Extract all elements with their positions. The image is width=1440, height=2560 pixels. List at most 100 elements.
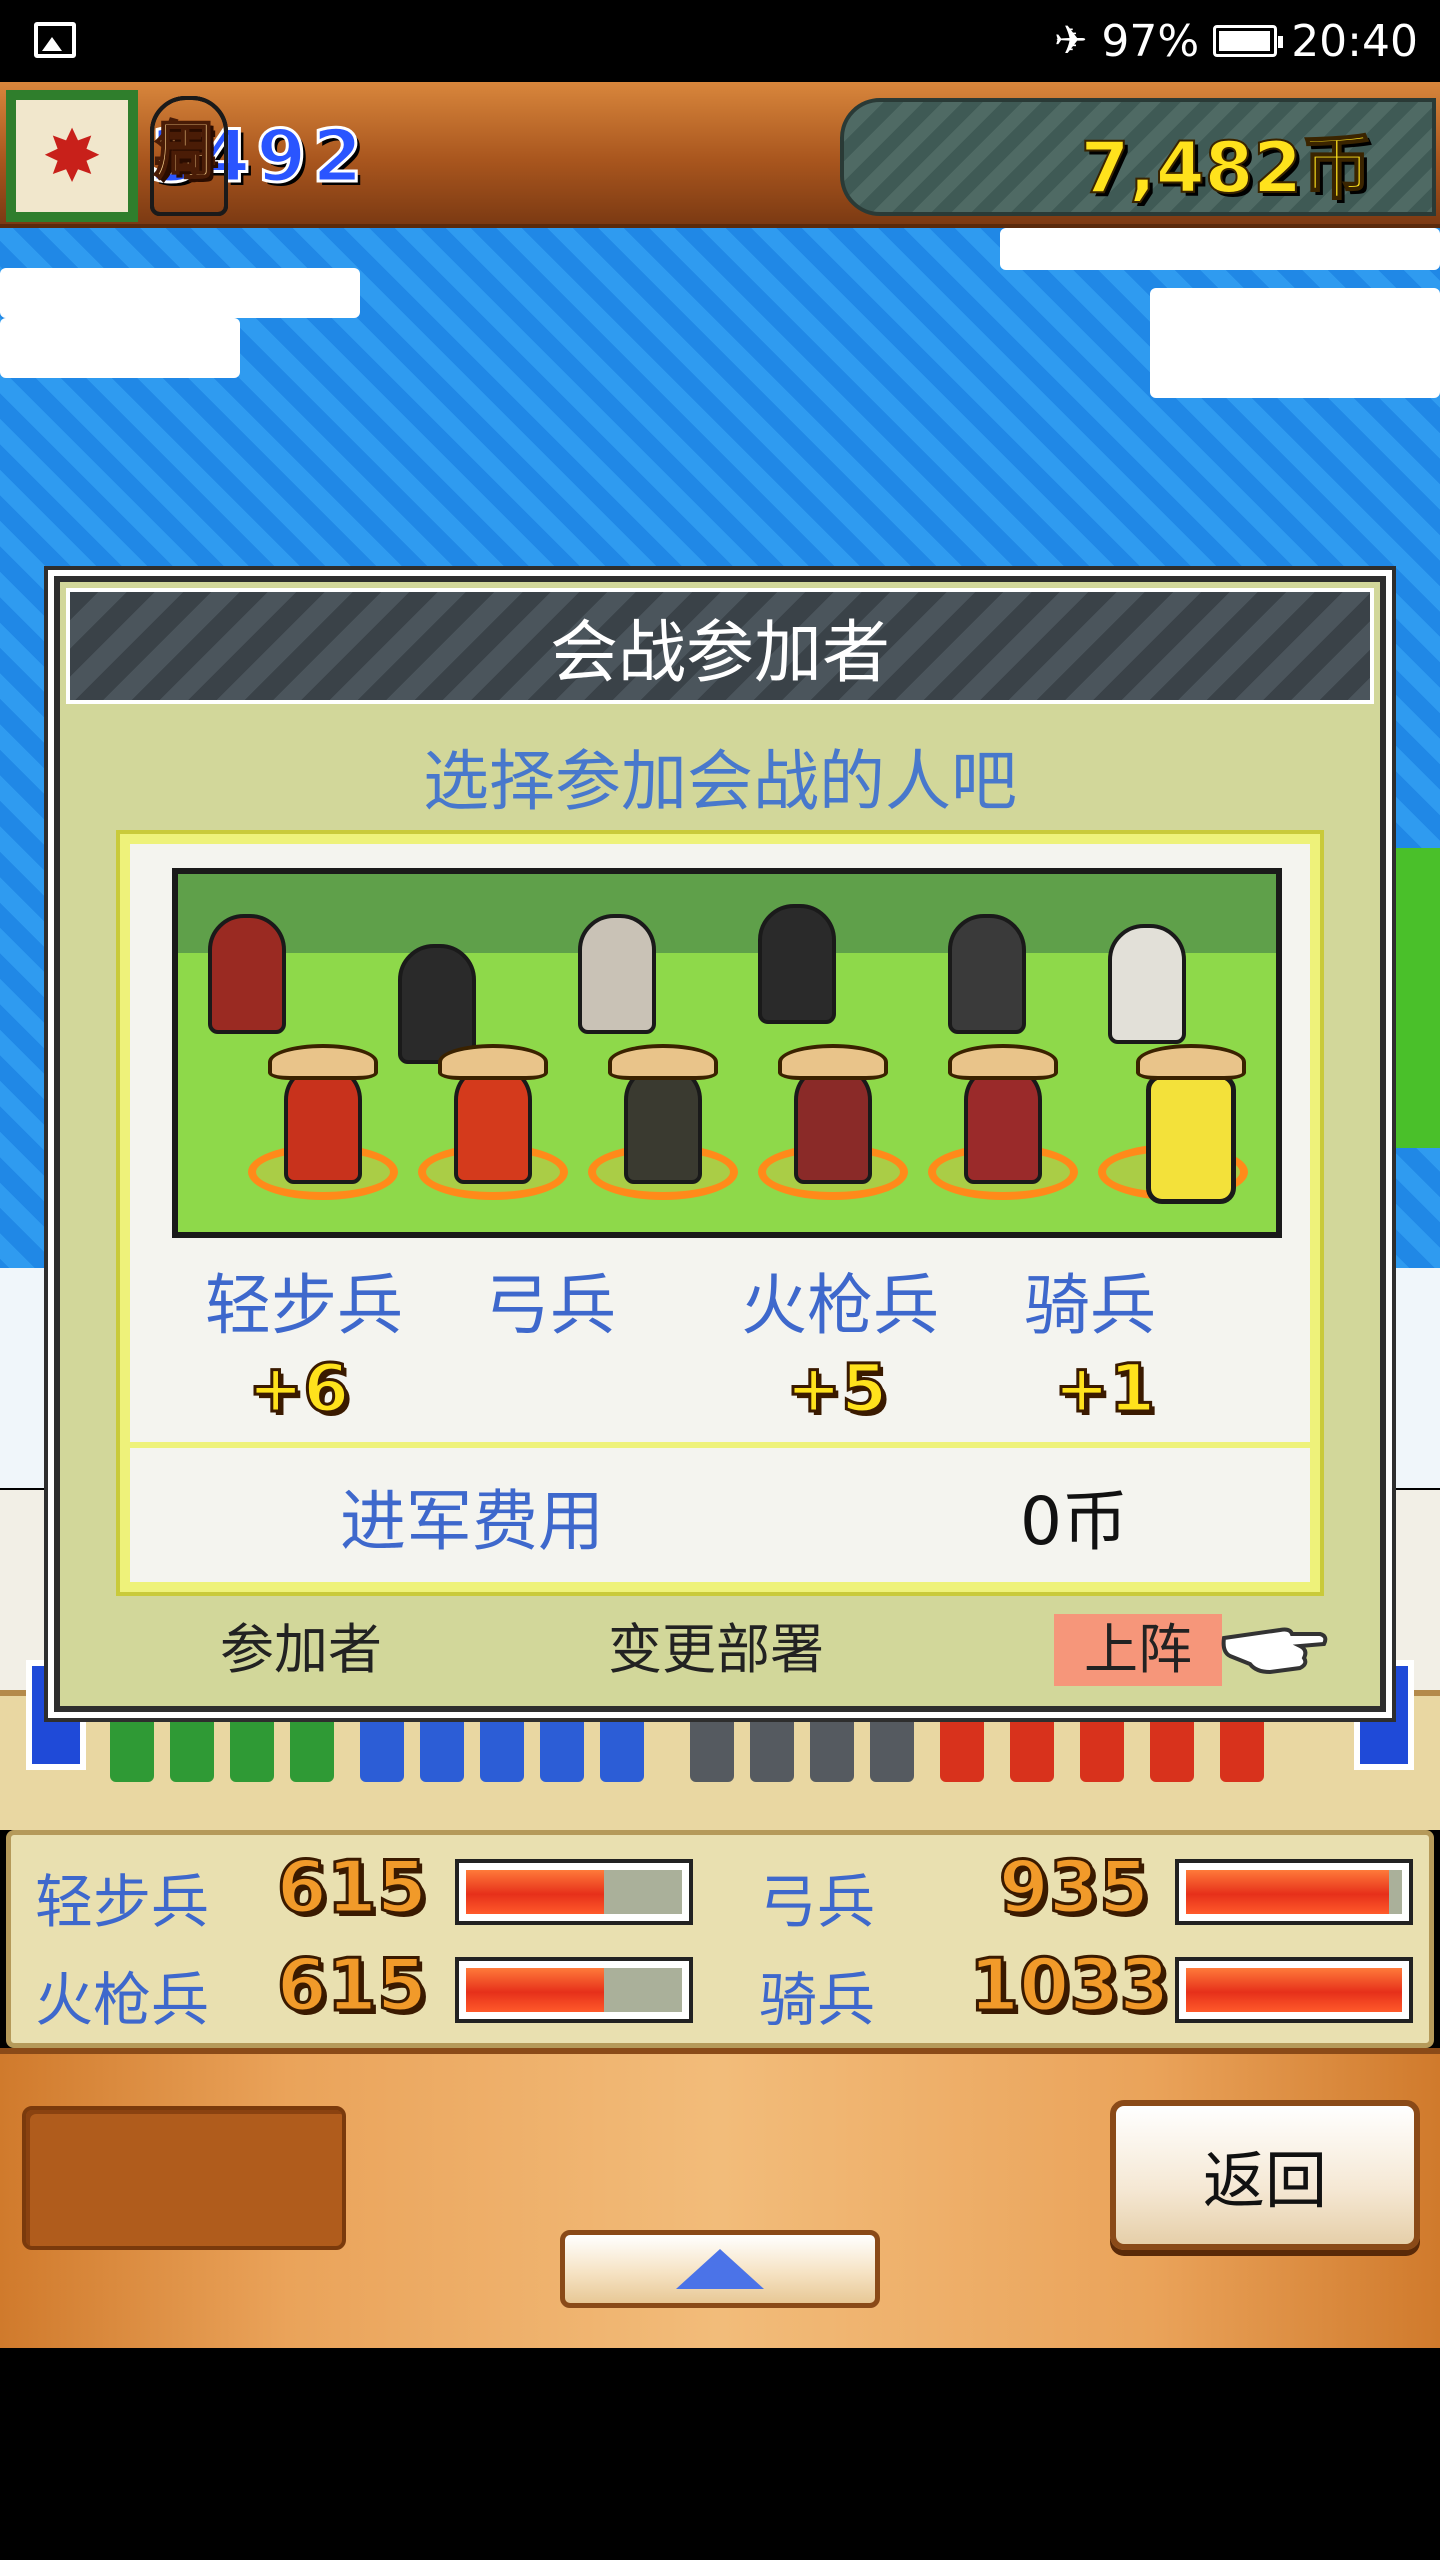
troop-row: 火枪兵 615 骑兵 1033 bbox=[11, 1939, 1429, 2035]
cloud bbox=[0, 268, 360, 318]
participants-button[interactable]: 参加者 bbox=[220, 1614, 382, 1686]
light-infantry-sprite bbox=[110, 1702, 154, 1782]
march-cost-label: 进军费用 bbox=[340, 1483, 604, 1560]
archer-sprite bbox=[480, 1702, 524, 1782]
cavalry-sprite bbox=[1220, 1702, 1264, 1782]
cavalry-sprite bbox=[1010, 1702, 1054, 1782]
divider bbox=[130, 1442, 1310, 1448]
image-notification-icon bbox=[34, 22, 76, 58]
troop-row: 轻步兵 615 弓兵 935 bbox=[11, 1841, 1429, 1937]
bonus-cavalry: +1 bbox=[1052, 1349, 1156, 1429]
cavalry-sprite bbox=[940, 1702, 984, 1782]
status-right: ✈ 97% 20:40 bbox=[1054, 12, 1418, 70]
cloud bbox=[1150, 288, 1440, 398]
troop-label: 火枪兵 bbox=[35, 1966, 210, 2034]
dialog-title: 会战参加者 bbox=[549, 613, 890, 693]
deploy-button[interactable]: 上阵 bbox=[1054, 1614, 1222, 1686]
unit-type-light-infantry: 轻步兵 bbox=[205, 1267, 403, 1344]
troop-bar bbox=[1175, 1957, 1413, 2023]
bonus-musketeer: +5 bbox=[784, 1349, 888, 1429]
light-infantry-sprite bbox=[290, 1702, 334, 1782]
clan-crest[interactable]: ✸ bbox=[6, 90, 138, 222]
troop-bar-fill bbox=[1186, 1968, 1402, 2012]
general-sprite bbox=[208, 914, 286, 1034]
archer-sprite bbox=[540, 1702, 584, 1782]
straw-hat bbox=[438, 1044, 548, 1080]
straw-hat bbox=[608, 1044, 718, 1080]
participants-panel: 轻步兵 弓兵 火枪兵 骑兵 +6 +5 +1 进军费用 0币 bbox=[120, 834, 1320, 1592]
straw-hat bbox=[1136, 1044, 1246, 1080]
battle-participants-dialog: 会战参加者 选择参加会战的人吧 轻步兵 弓兵 火枪兵 骑兵 +6 +5 +1 进… bbox=[54, 576, 1386, 1712]
soldier-sprite bbox=[964, 1064, 1042, 1184]
troop-label: 弓兵 bbox=[759, 1868, 876, 1936]
week-number: 2 bbox=[311, 113, 364, 200]
week-unit: 周 bbox=[150, 96, 228, 216]
musketeer-sprite bbox=[810, 1702, 854, 1782]
straw-hat bbox=[948, 1044, 1058, 1080]
general-sprite bbox=[578, 914, 656, 1034]
battery-percent: 97% bbox=[1101, 15, 1200, 67]
troop-count: 935 bbox=[997, 1844, 1150, 1931]
back-button[interactable]: 返回 bbox=[1110, 2100, 1420, 2250]
pointing-hand-icon bbox=[1221, 1627, 1328, 1675]
troop-label: 轻步兵 bbox=[35, 1868, 210, 1936]
straw-hat bbox=[778, 1044, 888, 1080]
general-sprite bbox=[758, 904, 836, 1024]
mascot-sprite bbox=[1146, 1074, 1236, 1204]
archer-sprite bbox=[600, 1702, 644, 1782]
cloud bbox=[1000, 228, 1440, 270]
soldier-sprite bbox=[284, 1064, 362, 1184]
bottom-panel: 返回 bbox=[0, 2048, 1440, 2348]
troop-label: 骑兵 bbox=[759, 1966, 876, 2034]
unit-type-cavalry: 骑兵 bbox=[1024, 1267, 1156, 1344]
clock: 20:40 bbox=[1291, 15, 1418, 67]
troop-bar-fill bbox=[466, 1968, 605, 2012]
march-cost-value: 0币 bbox=[1020, 1483, 1128, 1560]
expand-up-button[interactable] bbox=[560, 2230, 880, 2308]
musketeer-sprite bbox=[750, 1702, 794, 1782]
musketeer-sprite bbox=[690, 1702, 734, 1782]
party-illustration[interactable] bbox=[172, 868, 1282, 1238]
unit-type-archer: 弓兵 bbox=[484, 1267, 616, 1344]
troop-bar bbox=[455, 1859, 693, 1925]
dialog-subtitle: 选择参加会战的人吧 bbox=[423, 743, 1017, 820]
unit-type-row: 轻步兵 弓兵 火枪兵 骑兵 bbox=[130, 1252, 1310, 1344]
game-header: ✸ 34 年 9 月 2 周 7,482币 bbox=[0, 82, 1440, 228]
archer-sprite bbox=[420, 1702, 464, 1782]
troop-stats-panel: 轻步兵 615 弓兵 935 火枪兵 615 骑兵 1033 bbox=[6, 1830, 1434, 2048]
troop-bar-fill bbox=[466, 1870, 605, 1914]
archer-sprite bbox=[360, 1702, 404, 1782]
unit-type-musketeer: 火枪兵 bbox=[741, 1267, 939, 1344]
month-number: 9 bbox=[255, 113, 308, 200]
bonus-light-infantry: +6 bbox=[246, 1349, 350, 1429]
battery-icon bbox=[1213, 25, 1284, 57]
troop-bar bbox=[455, 1957, 693, 2023]
empty-slot bbox=[22, 2106, 346, 2250]
airplane-mode-icon: ✈ bbox=[1053, 18, 1088, 64]
change-formation-button[interactable]: 变更部署 bbox=[608, 1614, 824, 1686]
straw-hat bbox=[268, 1044, 378, 1080]
soldier-sprite bbox=[624, 1064, 702, 1184]
cavalry-sprite bbox=[1150, 1702, 1194, 1782]
status-bar: ✈ 97% 20:40 bbox=[0, 0, 1440, 82]
cavalry-sprite bbox=[1080, 1702, 1124, 1782]
troop-count: 615 bbox=[275, 1844, 428, 1931]
game-date: 34 年 9 月 2 周 bbox=[148, 96, 364, 216]
light-infantry-sprite bbox=[230, 1702, 274, 1782]
money-panel: 7,482币 bbox=[840, 98, 1436, 216]
cloud bbox=[0, 318, 240, 378]
troop-count: 615 bbox=[275, 1942, 428, 2029]
troop-bar-fill bbox=[1186, 1870, 1390, 1914]
money-amount: 7,482币 bbox=[1080, 126, 1373, 210]
soldier-sprite bbox=[454, 1064, 532, 1184]
general-sprite bbox=[1108, 924, 1186, 1044]
arrow-up-icon bbox=[676, 2249, 764, 2289]
troop-bar bbox=[1175, 1859, 1413, 1925]
light-infantry-sprite bbox=[170, 1702, 214, 1782]
dialog-title-bar: 会战参加者 bbox=[66, 588, 1374, 704]
soldier-sprite bbox=[794, 1064, 872, 1184]
troop-count: 1033 bbox=[968, 1942, 1171, 2029]
crest-emblem-icon: ✸ bbox=[16, 100, 128, 212]
musketeer-sprite bbox=[870, 1702, 914, 1782]
general-sprite bbox=[948, 914, 1026, 1034]
